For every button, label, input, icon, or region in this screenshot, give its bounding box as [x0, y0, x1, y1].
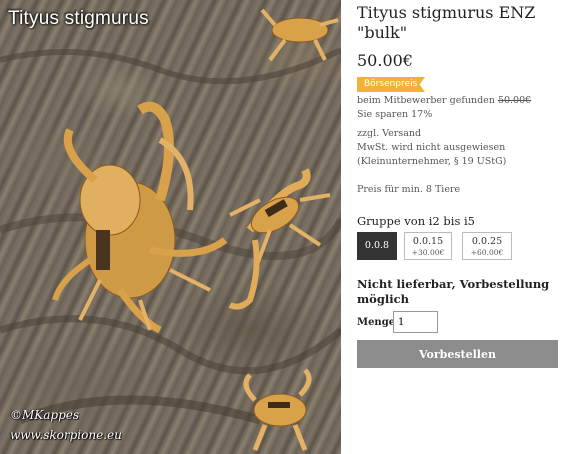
savings-text: Sie sparen 17%	[357, 109, 433, 120]
variant-option-surcharge: +30.00€	[411, 248, 445, 257]
variant-option-label: 0.0.15	[412, 236, 444, 247]
preorder-button[interactable]: Vorbestellen	[357, 340, 558, 368]
vat-legal-note: (Kleinunternehmer, § 19 UStG)	[357, 156, 507, 167]
competitor-price: 50.00€	[497, 95, 532, 106]
variant-group-label: Gruppe von i2 bis i5	[357, 214, 475, 228]
competitor-text: beim Mitbewerber gefunden	[357, 95, 495, 106]
variant-option-2[interactable]: 0.0.15 +30.00€	[404, 232, 452, 260]
vat-note: MwSt. wird nicht ausgewiesen	[357, 142, 506, 153]
product-title: Tityus stigmurus ENZ "bulk"	[357, 3, 536, 42]
price-badge: Börsenpreis	[357, 77, 425, 92]
variant-option-3[interactable]: 0.0.25 +60.00€	[462, 232, 512, 260]
scorpion-illustration	[0, 8, 341, 451]
competitor-price-line: beim Mitbewerber gefunden 50.00€	[357, 94, 531, 108]
variant-option-label: 0.0.8	[364, 240, 390, 251]
product-price: 50.00€	[357, 51, 413, 70]
photo-title: Tityus stigmurus	[8, 8, 149, 29]
availability-status: Nicht lieferbar, Vorbestellung möglich	[357, 277, 550, 306]
quantity-input[interactable]	[393, 311, 438, 333]
product-photo[interactable]: Tityus stigmurus ©MKappes www.skorpione.…	[0, 0, 341, 454]
min-quantity-note: Preis für min. 8 Tiere	[357, 184, 461, 195]
shipping-note: zzgl. Versand	[357, 128, 422, 139]
variant-option-1[interactable]: 0.0.8	[357, 232, 397, 260]
watermark-copyright: ©MKappes	[10, 408, 80, 422]
watermark-url: www.skorpione.eu	[10, 428, 122, 442]
variant-option-surcharge: +60.00€	[470, 248, 504, 257]
variant-option-label: 0.0.25	[471, 236, 503, 247]
